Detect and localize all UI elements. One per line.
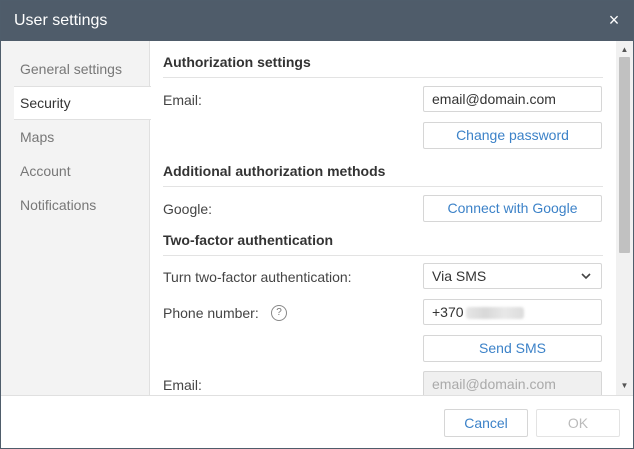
close-icon[interactable]: ×: [605, 10, 623, 30]
additional-authorization-heading: Additional authorization methods: [163, 163, 386, 179]
send-sms-button[interactable]: Send SMS: [423, 335, 602, 362]
authorization-settings-heading: Authorization settings: [163, 54, 311, 70]
dialog-title: User settings: [14, 12, 108, 29]
help-icon[interactable]: ?: [271, 305, 287, 321]
phone-number-label: Phone number:: [163, 305, 259, 321]
sidebar-item-maps[interactable]: Maps: [1, 120, 150, 154]
dialog-body: General settings Security Maps Account N…: [1, 41, 633, 395]
email-label: Email:: [163, 92, 202, 108]
cancel-button[interactable]: Cancel: [444, 409, 528, 437]
two-factor-email-field[interactable]: email@domain.com: [423, 371, 602, 395]
two-factor-method-value: Via SMS: [432, 268, 487, 284]
sidebar-item-notifications[interactable]: Notifications: [1, 188, 150, 222]
dialog-footer: Cancel OK: [1, 395, 633, 448]
section-divider: [163, 77, 603, 78]
chevron-down-icon: [581, 273, 591, 280]
two-factor-method-select[interactable]: Via SMS: [423, 263, 602, 289]
settings-sidebar: General settings Security Maps Account N…: [1, 41, 151, 395]
sidebar-item-security[interactable]: Security: [14, 86, 151, 120]
change-password-button[interactable]: Change password: [423, 122, 602, 149]
connect-google-button[interactable]: Connect with Google: [423, 195, 602, 222]
two-factor-toggle-label: Turn two-factor authentication:: [163, 269, 352, 285]
google-label: Google:: [163, 201, 213, 217]
phone-number-field[interactable]: +370: [423, 299, 602, 325]
section-divider: [163, 255, 603, 256]
scroll-down-arrow-icon[interactable]: ▼: [616, 379, 633, 393]
sidebar-item-general-settings[interactable]: General settings: [1, 52, 150, 86]
security-settings-panel: Authorization settings Email: email@doma…: [150, 41, 616, 395]
scroll-thumb[interactable]: [619, 57, 630, 253]
scroll-up-arrow-icon[interactable]: ▲: [616, 43, 633, 57]
vertical-scrollbar[interactable]: ▲ ▼: [616, 41, 633, 395]
redacted-phone-digits: [465, 307, 524, 320]
ok-button[interactable]: OK: [536, 409, 620, 437]
two-factor-email-label: Email:: [163, 377, 202, 393]
email-field[interactable]: email@domain.com: [423, 86, 602, 112]
dialog-titlebar: User settings ×: [1, 1, 633, 41]
sidebar-item-account[interactable]: Account: [1, 154, 150, 188]
phone-number-prefix: +370: [432, 304, 464, 320]
user-settings-dialog: User settings × General settings Securit…: [0, 0, 634, 449]
two-factor-heading: Two-factor authentication: [163, 232, 334, 248]
section-divider: [163, 186, 603, 187]
